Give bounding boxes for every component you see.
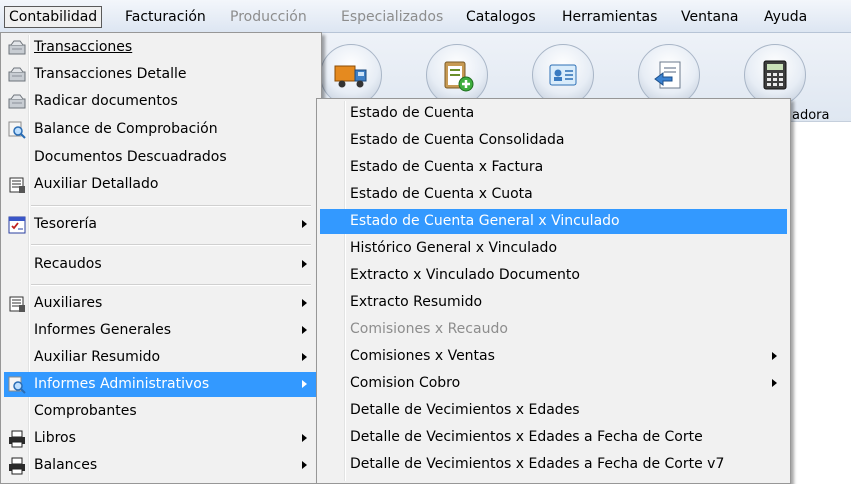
menu-item-auxiliar-resumido[interactable]: Auxiliar Resumido bbox=[4, 345, 317, 370]
menu-item-comisiones-ventas[interactable]: Comisiones x Ventas bbox=[320, 344, 787, 369]
submenu-arrow-icon bbox=[302, 353, 307, 361]
menu-herramientas[interactable]: Herramientas bbox=[562, 6, 657, 28]
menu-item-transacciones[interactable]: Transacciones bbox=[4, 35, 317, 60]
menu-separator bbox=[31, 284, 311, 286]
menu-item-comisiones-recaudo[interactable]: Comisiones x Recaudo bbox=[320, 317, 787, 342]
ledger-icon bbox=[8, 176, 26, 194]
menu-ventana[interactable]: Ventana bbox=[681, 6, 739, 28]
toolbar-idcard-button[interactable] bbox=[532, 44, 594, 106]
clipboard-add-icon bbox=[444, 61, 474, 92]
menu-item-estado-cuenta-factura[interactable]: Estado de Cuenta x Factura bbox=[320, 155, 787, 180]
menu-item-radicar-documentos[interactable]: Radicar documentos bbox=[4, 89, 317, 114]
treasury-icon bbox=[8, 216, 26, 234]
menu-separator bbox=[31, 244, 311, 246]
menu-item-estado-cuenta-general-vinculado[interactable]: Estado de Cuenta General x Vinculado bbox=[320, 209, 787, 234]
menu-item-detalle-vencimientos-edades[interactable]: Detalle de Vecimientos x Edades bbox=[320, 398, 787, 423]
submenu-arrow-icon bbox=[302, 260, 307, 268]
magnifier-icon bbox=[8, 376, 26, 394]
menu-item-auxiliar-detallado[interactable]: Auxiliar Detallado bbox=[4, 172, 317, 197]
truck-icon bbox=[334, 65, 367, 88]
menu-contabilidad[interactable]: Contabilidad bbox=[4, 6, 103, 28]
menu-item-extracto-vinculado-documento[interactable]: Extracto x Vinculado Documento bbox=[320, 263, 787, 288]
contabilidad-dropdown: Transacciones Transacciones Detalle Radi… bbox=[0, 32, 322, 484]
menu-item-transacciones-detalle[interactable]: Transacciones Detalle bbox=[4, 62, 317, 87]
menu-separator bbox=[31, 205, 311, 207]
transactions-icon bbox=[8, 93, 26, 111]
menu-item-informes-generales[interactable]: Informes Generales bbox=[4, 318, 317, 343]
menu-produccion[interactable]: Producción bbox=[230, 6, 307, 28]
menu-especializados[interactable]: Especializados bbox=[341, 6, 443, 28]
menu-facturacion[interactable]: Facturación bbox=[125, 6, 206, 28]
menu-item-documentos-descuadrados[interactable]: Documentos Descuadrados bbox=[4, 145, 317, 170]
menu-item-informes-administrativos[interactable]: Informes Administrativos bbox=[4, 372, 317, 397]
menu-ayuda[interactable]: Ayuda bbox=[764, 6, 807, 28]
submenu-arrow-icon bbox=[302, 220, 307, 228]
menu-item-detalle-vencimientos-fecha-corte[interactable]: Detalle de Vecimientos x Edades a Fecha … bbox=[320, 425, 787, 450]
submenu-arrow-icon bbox=[302, 326, 307, 334]
menu-item-estado-cuenta-consolidada[interactable]: Estado de Cuenta Consolidada bbox=[320, 128, 787, 153]
printer-icon bbox=[8, 457, 26, 475]
menu-item-estado-cuenta-cuota[interactable]: Estado de Cuenta x Cuota bbox=[320, 182, 787, 207]
toolbar-clipboard-button[interactable] bbox=[426, 44, 488, 106]
submenu-arrow-icon bbox=[302, 380, 307, 388]
menu-item-auxiliares[interactable]: Auxiliares bbox=[4, 291, 317, 316]
menu-item-comision-cobro[interactable]: Comision Cobro bbox=[320, 371, 787, 396]
transactions-icon bbox=[8, 39, 26, 57]
ledger-icon bbox=[8, 295, 26, 313]
menu-item-tesoreria[interactable]: Tesorería bbox=[4, 212, 317, 237]
menu-item-comprobantes[interactable]: Comprobantes bbox=[4, 399, 317, 424]
informes-administrativos-submenu: Estado de Cuenta Estado de Cuenta Consol… bbox=[316, 98, 791, 484]
menu-item-detalle-vencimientos-fecha-corte-v7[interactable]: Detalle de Vecimientos x Edades a Fecha … bbox=[320, 452, 787, 477]
menu-item-balances[interactable]: Balances bbox=[4, 453, 317, 478]
menu-item-recaudos[interactable]: Recaudos bbox=[4, 252, 317, 277]
toolbar-return-button[interactable] bbox=[638, 44, 700, 106]
menu-item-libros[interactable]: Libros bbox=[4, 426, 317, 451]
menu-item-balance-comprobacion[interactable]: Balance de Comprobación bbox=[4, 117, 317, 142]
toolbar-calculator-label: adora bbox=[792, 108, 830, 123]
transactions-icon bbox=[8, 66, 26, 84]
calculator-icon bbox=[763, 60, 787, 90]
menu-item-estado-cuenta[interactable]: Estado de Cuenta bbox=[320, 101, 787, 126]
toolbar-calculator-button[interactable] bbox=[744, 44, 806, 106]
submenu-arrow-icon bbox=[302, 461, 307, 469]
submenu-arrow-icon bbox=[302, 299, 307, 307]
menu-catalogos[interactable]: Catalogos bbox=[466, 6, 536, 28]
id-card-icon bbox=[549, 64, 577, 86]
menu-item-extracto-resumido[interactable]: Extracto Resumido bbox=[320, 290, 787, 315]
magnifier-icon bbox=[8, 121, 26, 139]
printer-icon bbox=[8, 430, 26, 448]
menu-bar: Contabilidad Facturación Producción Espe… bbox=[0, 0, 851, 33]
submenu-arrow-icon bbox=[772, 379, 777, 387]
menu-item-historico-general-vinculado[interactable]: Histórico General x Vinculado bbox=[320, 236, 787, 261]
document-return-icon bbox=[654, 61, 681, 89]
toolbar-truck-button[interactable] bbox=[320, 44, 382, 106]
submenu-arrow-icon bbox=[772, 352, 777, 360]
submenu-arrow-icon bbox=[302, 434, 307, 442]
